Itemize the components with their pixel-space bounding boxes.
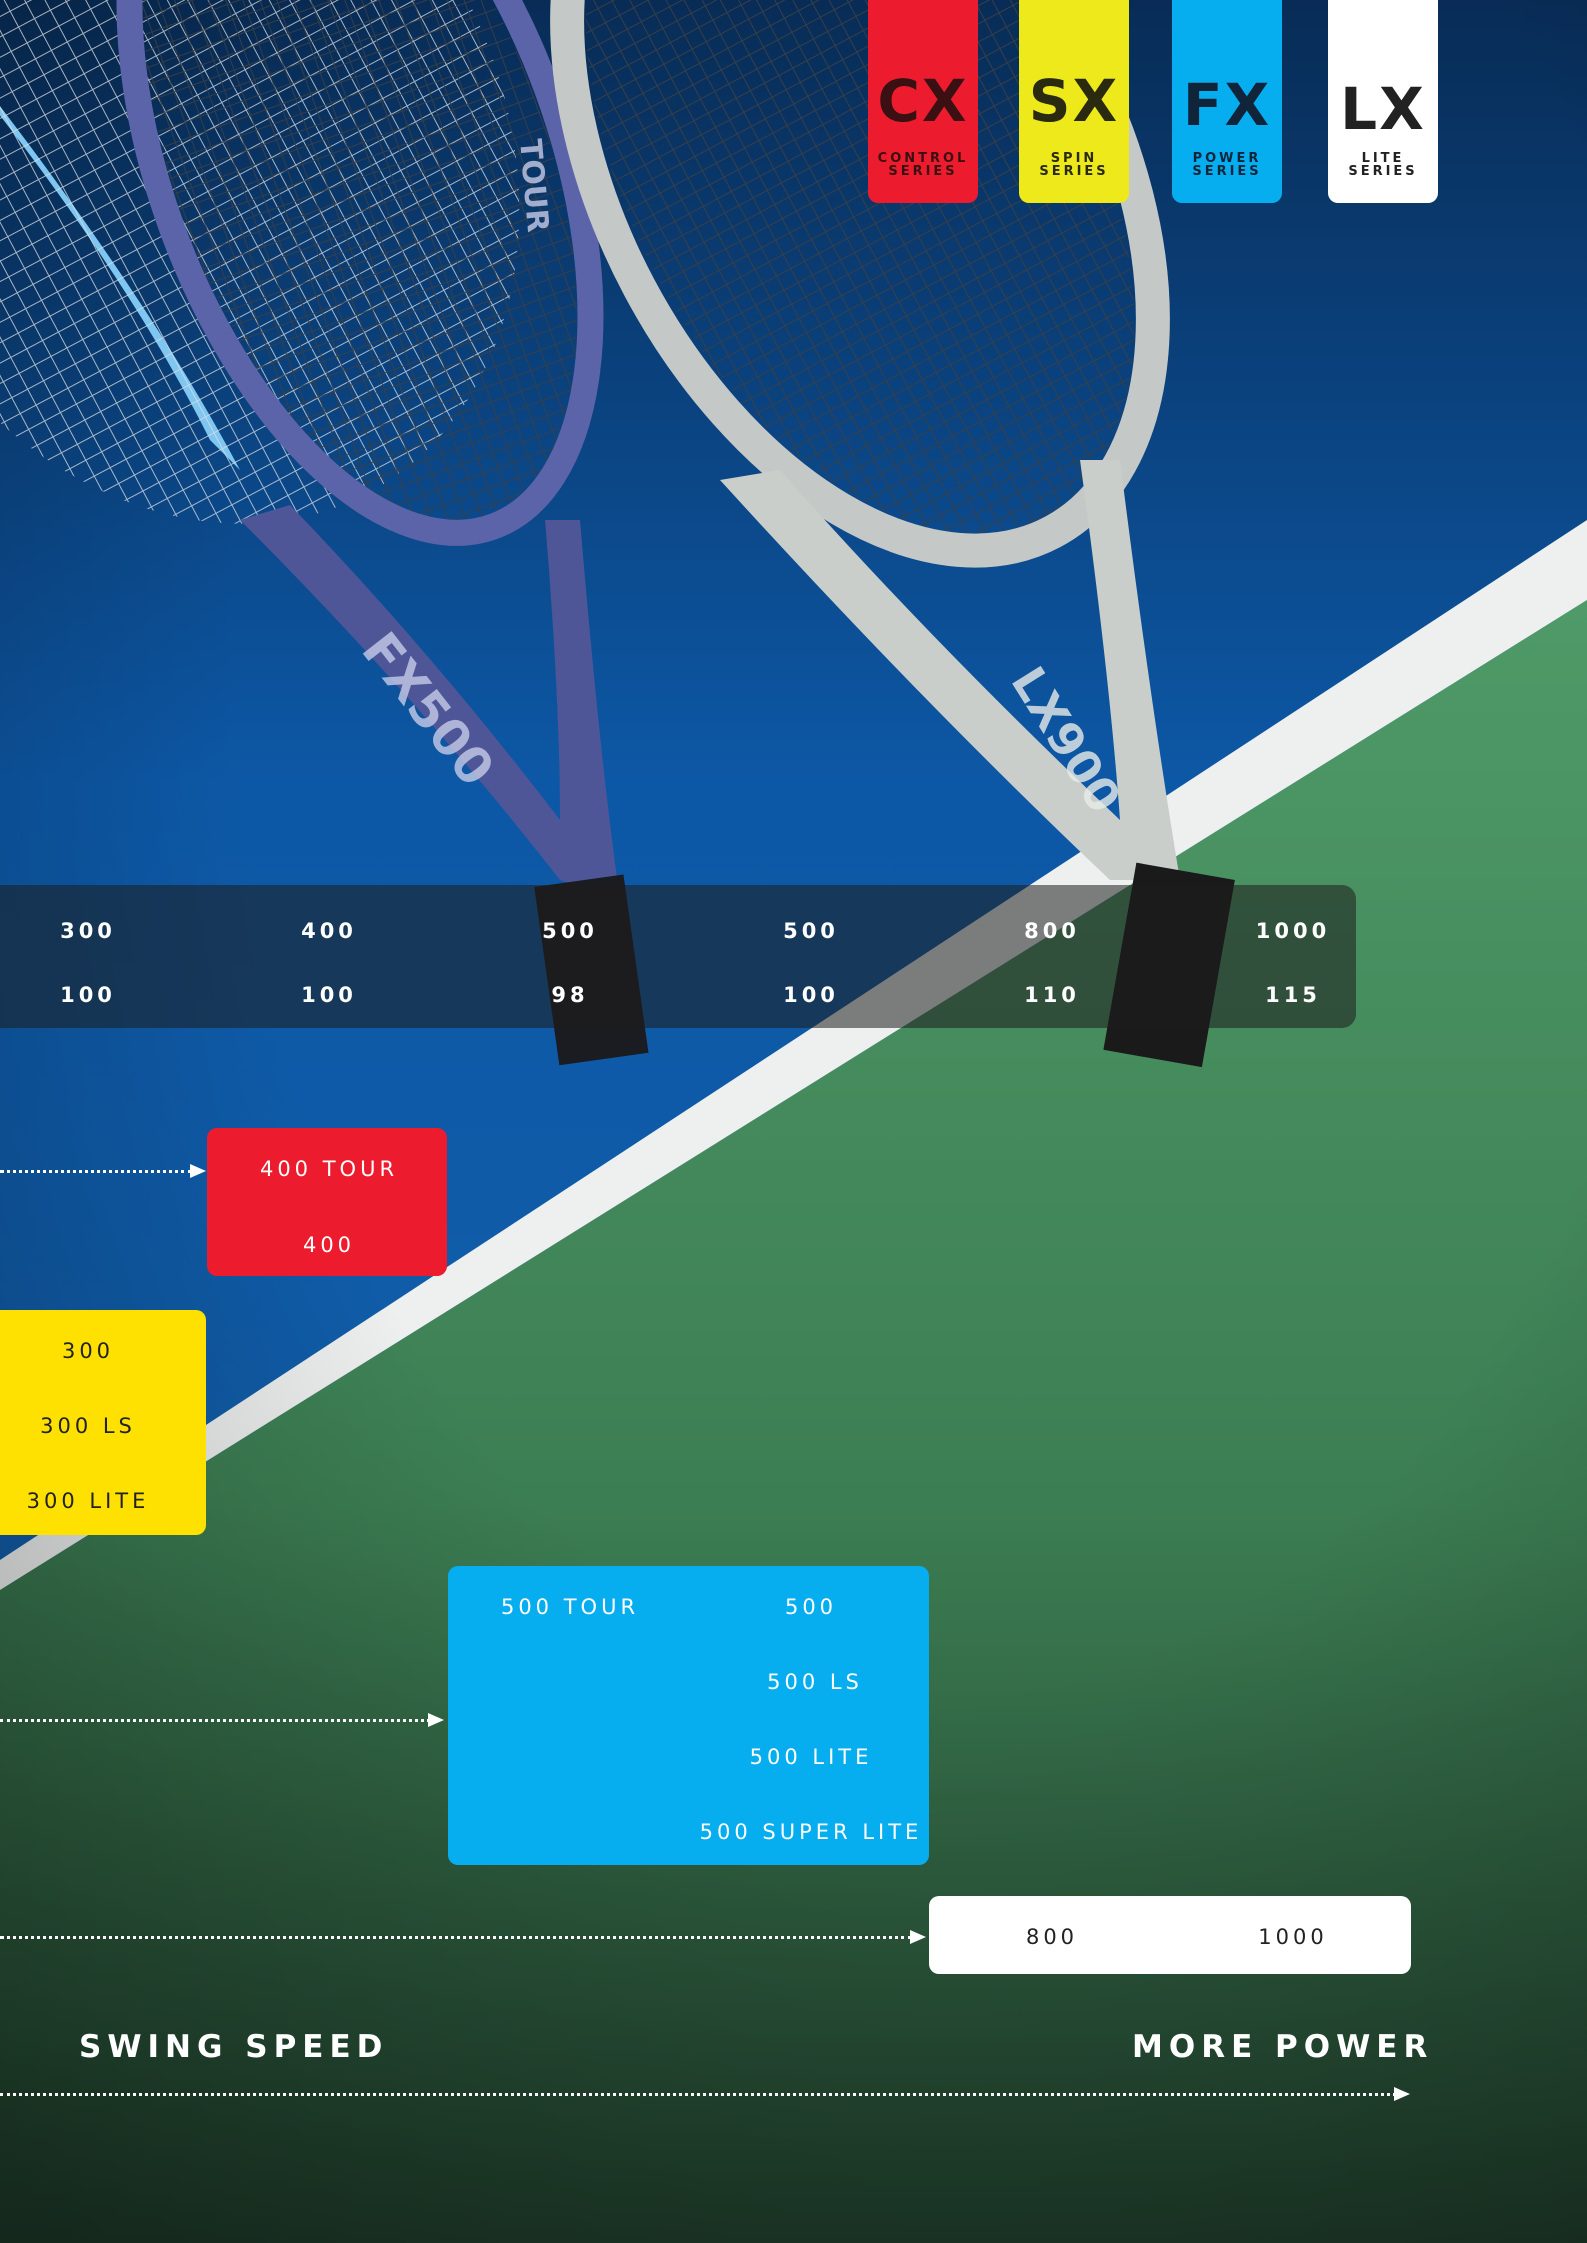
lx-models-box bbox=[929, 1896, 1411, 1974]
spec-head-size: 100 bbox=[301, 983, 357, 1007]
sx-model-label: 300 bbox=[61, 1339, 115, 1363]
spec-head-size: 98 bbox=[551, 983, 589, 1007]
spec-head-size: 115 bbox=[1265, 983, 1321, 1007]
spec-model: 800 bbox=[1024, 919, 1080, 943]
sx-model-label: 300 LS bbox=[40, 1414, 136, 1438]
fx-line2: SERIES bbox=[1192, 164, 1262, 179]
sx-model-label: 300 LITE bbox=[26, 1489, 150, 1513]
sx-line2: SERIES bbox=[1039, 164, 1109, 179]
spec-model: 500 bbox=[542, 919, 598, 943]
fx-series-badge: FX POWER SERIES bbox=[1172, 0, 1282, 203]
spec-head-size: 100 bbox=[783, 983, 839, 1007]
cx-row-arrow bbox=[0, 1164, 206, 1178]
fx-row-arrow bbox=[0, 1713, 444, 1727]
fx-model-label: 500 LITE bbox=[749, 1745, 873, 1769]
cx-model-label: 400 bbox=[302, 1233, 356, 1257]
cx-model-label: 400 TOUR bbox=[259, 1157, 399, 1181]
spec-head-size: 100 bbox=[60, 983, 116, 1007]
cx-line2: SERIES bbox=[888, 164, 958, 179]
axis-left-label: SWING SPEED bbox=[79, 2029, 389, 2065]
fx-code: FX bbox=[1182, 71, 1272, 139]
spec-model: 500 bbox=[783, 919, 839, 943]
swing-speed-arrow bbox=[0, 2087, 1410, 2101]
lx-line2: SERIES bbox=[1348, 164, 1418, 179]
spec-table bbox=[0, 885, 1356, 1028]
fx-model-label: 500 TOUR bbox=[500, 1595, 640, 1619]
spec-model: 300 bbox=[60, 919, 116, 943]
cx-series-badge: CX CONTROL SERIES bbox=[868, 0, 978, 203]
axis-right-label: MORE POWER bbox=[1132, 2029, 1434, 2065]
spec-model: 1000 bbox=[1255, 919, 1331, 943]
lx-code: LX bbox=[1340, 75, 1426, 143]
spec-head-size: 110 bbox=[1024, 983, 1080, 1007]
spec-model: 400 bbox=[301, 919, 357, 943]
sx-code: SX bbox=[1028, 67, 1120, 135]
lx-model-label: 1000 bbox=[1258, 1925, 1328, 1949]
fx-model-label: 500 LS bbox=[767, 1670, 863, 1694]
cx-code: CX bbox=[877, 67, 969, 135]
lx-model-label: 800 bbox=[1025, 1925, 1079, 1949]
lx-row-arrow bbox=[0, 1930, 926, 1944]
sx-series-badge: SX SPIN SERIES bbox=[1019, 0, 1129, 203]
fx-model-label: 500 bbox=[784, 1595, 838, 1619]
lx-series-badge: LX LITE SERIES bbox=[1328, 0, 1438, 203]
fx-model-label: 500 SUPER LITE bbox=[699, 1820, 923, 1844]
